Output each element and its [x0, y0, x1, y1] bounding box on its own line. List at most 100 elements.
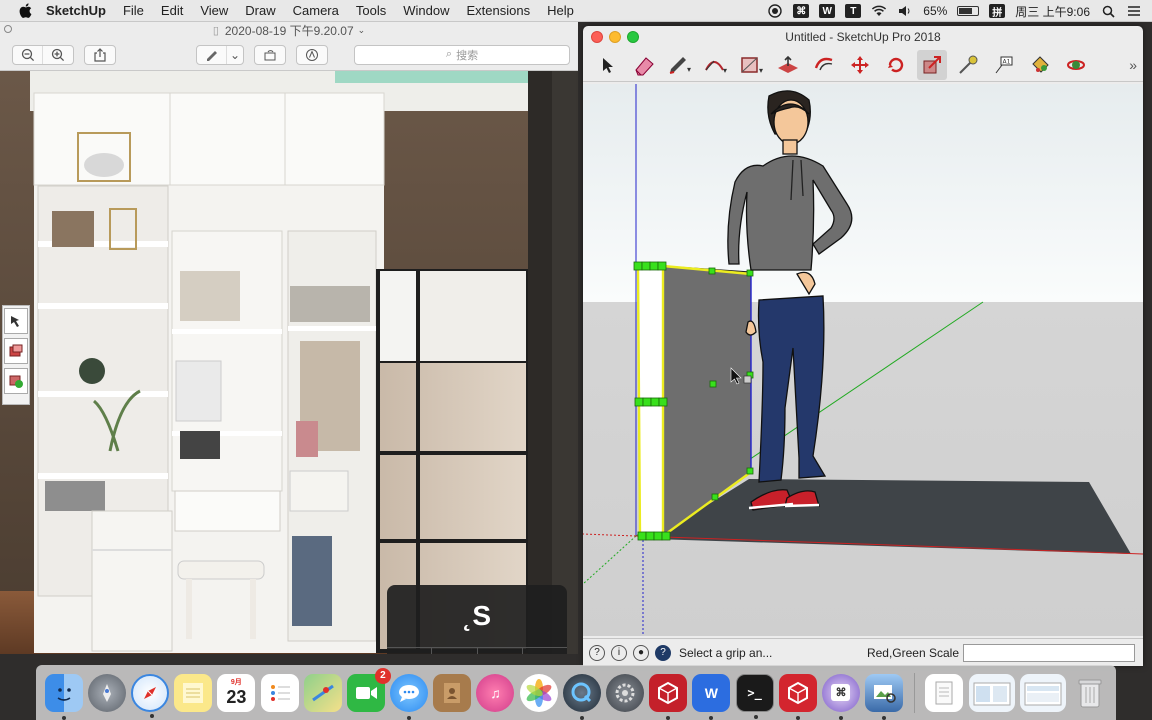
markup-group: ⌄ [196, 44, 244, 65]
w-icon[interactable]: W [819, 4, 836, 18]
sketchup-titlebar: Untitled - SketchUp Pro 2018 [583, 26, 1143, 48]
sketchup-window: Untitled - SketchUp Pro 2018 ▾ ▾ ▾ A1 » … [583, 26, 1143, 666]
rectangle-tool-icon[interactable]: ▾ [737, 50, 767, 80]
menu-camera[interactable]: Camera [293, 3, 339, 18]
record-icon[interactable] [767, 4, 783, 18]
document-stack-icon[interactable] [925, 673, 964, 712]
sketchup-2-icon[interactable] [778, 673, 817, 720]
calendar-month: 9月 [230, 679, 242, 686]
menu-draw[interactable]: Draw [245, 3, 275, 18]
search-input[interactable]: ⌕ 搜索 [354, 44, 570, 65]
component-green-icon[interactable] [4, 368, 28, 394]
window-control-icon[interactable] [4, 25, 12, 33]
menu-edit[interactable]: Edit [161, 3, 183, 18]
terminal-icon[interactable]: >_ [735, 673, 774, 719]
user-account-icon[interactable]: ● [633, 644, 649, 661]
share-group [84, 44, 116, 65]
component-red-icon[interactable] [4, 338, 28, 364]
calendar-icon[interactable]: 9月 23 [217, 673, 256, 712]
title-chevron-icon[interactable]: ⌄ [358, 25, 366, 36]
wps-icon[interactable]: W [692, 673, 731, 720]
sketchup-viewport[interactable] [583, 84, 1143, 636]
preview-window: ▯ 2020-08-19 下午9.20.07 ⌄ ⌄ ⌕ 搜索 ˛S [0, 22, 578, 654]
instructor-help-icon[interactable]: ? [655, 644, 671, 661]
apple-menu-icon[interactable] [16, 3, 34, 18]
share-button[interactable] [85, 46, 115, 64]
markup-toolbar-button[interactable] [297, 46, 327, 64]
svg-text:▾: ▾ [723, 66, 727, 75]
battery-icon[interactable] [957, 6, 980, 16]
photos-icon[interactable] [519, 673, 558, 712]
facetime-icon[interactable]: 2 [346, 667, 391, 712]
facetime-badge: 2 [374, 667, 391, 684]
menu-window[interactable]: Window [403, 3, 449, 18]
toolbar-overflow-icon[interactable]: » [1129, 57, 1137, 73]
pen-dropdown-icon[interactable]: ⌄ [227, 46, 243, 64]
arc-tool-icon[interactable]: ▾ [701, 50, 731, 80]
notes-icon[interactable] [174, 673, 213, 712]
floating-tool-panel [2, 305, 30, 405]
search-icon: ⌕ [445, 48, 453, 60]
zoom-in-button[interactable] [43, 46, 73, 64]
select-cursor-icon[interactable] [4, 308, 28, 334]
downloads-stack-icon[interactable] [1019, 673, 1066, 712]
contacts-icon[interactable] [433, 673, 472, 712]
move-tool-icon[interactable] [845, 50, 875, 80]
notification-center-icon[interactable] [1126, 4, 1142, 18]
sketchup-title: Untitled - SketchUp Pro 2018 [785, 30, 941, 44]
screenshot-stack-icon[interactable] [968, 673, 1015, 712]
music-icon[interactable]: ♫ [476, 673, 515, 712]
scale-tool-icon[interactable] [917, 49, 947, 80]
finder-icon[interactable] [44, 673, 83, 720]
system-preferences-icon[interactable] [606, 673, 645, 712]
menu-app-name[interactable]: SketchUp [46, 3, 106, 18]
quicktime-icon[interactable] [562, 673, 601, 720]
eraser-tool-icon[interactable] [629, 50, 659, 80]
maps-icon[interactable] [303, 673, 342, 712]
reminders-icon[interactable] [260, 673, 299, 712]
credits-info-icon[interactable]: i [611, 644, 627, 661]
tape-measure-tool-icon[interactable] [953, 50, 983, 80]
markup-toolbar-group [296, 44, 328, 65]
text-tool-icon[interactable]: A1 [989, 50, 1019, 80]
volume-icon[interactable] [897, 4, 913, 18]
sketchup-icon[interactable] [649, 673, 688, 720]
close-button[interactable] [591, 31, 603, 43]
geolocation-icon[interactable]: ? [589, 644, 605, 661]
menu-tools[interactable]: Tools [356, 3, 386, 18]
pen-button[interactable] [197, 45, 227, 64]
command-icon[interactable]: ⌘ [793, 4, 810, 18]
paint-bucket-tool-icon[interactable] [1025, 50, 1055, 80]
keystroke-key: ˛S [463, 600, 491, 631]
control-modifier: ^ [432, 648, 478, 654]
t-icon[interactable]: T [845, 4, 862, 18]
rotate-tool-icon[interactable] [881, 50, 911, 80]
menu-file[interactable]: File [123, 3, 144, 18]
menubar-clock[interactable]: 周三 上午9:06 [1015, 3, 1090, 20]
measurements-input[interactable] [963, 643, 1135, 662]
minimize-button[interactable] [609, 31, 621, 43]
spotlight-icon[interactable] [1100, 4, 1116, 18]
trash-icon[interactable] [1071, 674, 1109, 712]
orbit-tool-icon[interactable] [1061, 50, 1091, 80]
select-tool-icon[interactable] [593, 50, 623, 80]
menu-view[interactable]: View [200, 3, 228, 18]
messages-icon[interactable] [390, 673, 429, 720]
preview-icon[interactable] [865, 673, 904, 720]
keystroke-icon[interactable]: ⌘ [821, 673, 860, 720]
preview-title[interactable]: 2020-08-19 下午9.20.07 [225, 22, 354, 39]
menu-extensions[interactable]: Extensions [466, 3, 530, 18]
rotate-button[interactable] [255, 46, 285, 64]
safari-icon[interactable] [130, 673, 169, 718]
push-pull-tool-icon[interactable] [773, 50, 803, 80]
zoom-button[interactable] [627, 31, 639, 43]
status-menus: ⌘ W T 65% 拼 周三 上午9:06 [767, 0, 1152, 22]
wifi-icon[interactable] [871, 4, 887, 18]
menu-help[interactable]: Help [547, 3, 574, 18]
launchpad-icon[interactable] [87, 673, 126, 712]
dock: 9月 23 2 ♫ W >_ ⌘ [36, 665, 1116, 720]
offset-tool-icon[interactable] [809, 50, 839, 80]
pencil-tool-icon[interactable]: ▾ [665, 50, 695, 80]
zoom-out-button[interactable] [13, 45, 43, 64]
input-method-icon[interactable]: 拼 [989, 4, 1006, 19]
